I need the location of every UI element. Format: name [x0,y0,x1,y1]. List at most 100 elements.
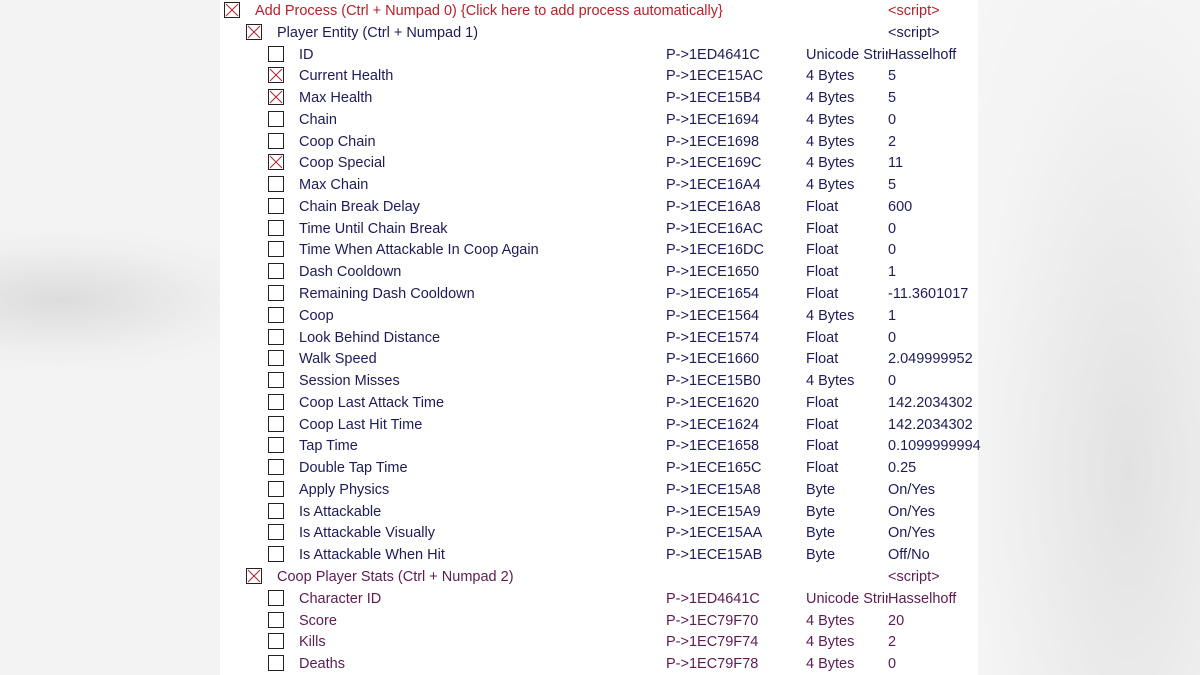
value-type[interactable]: Float [806,327,888,349]
value[interactable]: 11 [888,152,903,174]
address[interactable]: P->1ECE1574 [666,327,759,349]
description[interactable]: Score [299,610,337,632]
value[interactable]: 142.2034302 [888,414,973,436]
value-type[interactable]: 4 Bytes [806,631,888,653]
value[interactable]: 2 [888,631,896,653]
address[interactable]: P->1ECE16DC [666,239,764,261]
description[interactable]: Tap Time [299,435,358,457]
value[interactable]: 0 [888,239,896,261]
active-checkbox[interactable] [268,89,284,106]
address[interactable]: P->1ECE165C [666,457,762,479]
address[interactable]: P->1ED4641C [666,44,760,66]
value-type[interactable]: Float [806,196,888,218]
table-row[interactable]: Session Misses P->1ECE15B0 4 Bytes 0 [220,370,978,392]
table-row[interactable]: Deaths P->1EC79F78 4 Bytes 0 [220,653,978,675]
active-checkbox[interactable] [268,110,284,127]
description[interactable]: Session Misses [299,370,400,392]
description[interactable]: ID [299,44,314,66]
table-row[interactable]: Look Behind Distance P->1ECE1574 Float 0 [220,327,978,349]
group-row[interactable]: Add Process (Ctrl + Numpad 0) {Click her… [220,0,978,22]
value[interactable]: <script> [888,0,940,22]
value[interactable]: 0 [888,218,896,240]
description[interactable]: Is Attackable [299,501,381,523]
value[interactable]: 0.1099999994 [888,435,981,457]
value-type[interactable]: Float [806,348,888,370]
description[interactable]: Dash Cooldown [299,261,401,283]
active-checkbox[interactable] [268,176,284,193]
value[interactable]: 0 [888,370,896,392]
table-row[interactable]: Score P->1EC79F70 4 Bytes 20 [220,610,978,632]
description[interactable]: Apply Physics [299,479,389,501]
value[interactable]: 0.25 [888,457,916,479]
value-type[interactable]: 4 Bytes [806,87,888,109]
group-row[interactable]: Player Entity (Ctrl + Numpad 1) <script> [220,22,978,44]
active-checkbox[interactable] [268,263,284,280]
value-type[interactable]: Byte [806,522,888,544]
value[interactable]: <script> [888,22,940,44]
value-type[interactable]: Float [806,239,888,261]
table-row[interactable]: Dash Cooldown P->1ECE1650 Float 1 [220,261,978,283]
address[interactable]: P->1ECE15AB [666,544,762,566]
active-checkbox[interactable] [268,480,284,497]
active-checkbox[interactable] [246,23,262,40]
active-checkbox[interactable] [268,524,284,541]
active-checkbox[interactable] [268,611,284,628]
active-checkbox[interactable] [268,459,284,476]
value[interactable]: 5 [888,174,896,196]
address[interactable]: P->1ECE15A8 [666,479,761,501]
table-row[interactable]: Coop Special P->1ECE169C 4 Bytes 11 [220,152,978,174]
value-type[interactable]: Float [806,218,888,240]
active-checkbox[interactable] [268,306,284,323]
address[interactable]: P->1ECE1654 [666,283,759,305]
address[interactable]: P->1ECE16AC [666,218,763,240]
value[interactable]: 1 [888,261,896,283]
description[interactable]: Coop Player Stats (Ctrl + Numpad 2) [277,566,514,588]
value[interactable]: 0 [888,109,896,131]
value-type[interactable]: Float [806,435,888,457]
address[interactable]: P->1ECE1650 [666,261,759,283]
active-checkbox[interactable] [268,655,284,672]
address[interactable]: P->1ECE1694 [666,109,759,131]
value-type[interactable]: Float [806,414,888,436]
group-row[interactable]: Coop Player Stats (Ctrl + Numpad 2) <scri… [220,566,978,588]
value-type[interactable]: 4 Bytes [806,152,888,174]
address[interactable]: P->1ECE16A8 [666,196,761,218]
description[interactable]: Add Process (Ctrl + Numpad 0) {Click her… [255,0,723,22]
table-row[interactable]: Time Until Chain Break P->1ECE16AC Float 0 [220,218,978,240]
description[interactable]: Coop Last Attack Time [299,392,444,414]
table-row[interactable]: Coop Chain P->1ECE1698 4 Bytes 2 [220,131,978,153]
value[interactable]: On/Yes [888,522,935,544]
active-checkbox[interactable] [268,154,284,171]
table-row[interactable]: Current Health P->1ECE15AC 4 Bytes 5 [220,65,978,87]
table-row[interactable]: Coop Last Hit Time P->1ECE1624 Float 142.20… [220,414,978,436]
address[interactable]: P->1ECE169C [666,152,762,174]
value-type[interactable]: Float [806,392,888,414]
value[interactable]: On/Yes [888,479,935,501]
description[interactable]: Current Health [299,65,393,87]
value-type[interactable]: Float [806,261,888,283]
value-type[interactable]: Float [806,457,888,479]
table-row[interactable]: Remaining Dash Cooldown P->1ECE1654 Float -… [220,283,978,305]
table-row[interactable]: Chain P->1ECE1694 4 Bytes 0 [220,109,978,131]
address[interactable]: P->1ECE1660 [666,348,759,370]
description[interactable]: Is Attackable When Hit [299,544,445,566]
active-checkbox[interactable] [268,328,284,345]
value[interactable]: 20 [888,610,904,632]
active-checkbox[interactable] [268,132,284,149]
active-checkbox[interactable] [268,285,284,301]
value-type[interactable]: Byte [806,544,888,566]
description[interactable]: Chain [299,109,337,131]
table-row[interactable]: Kills P->1EC79F74 4 Bytes 2 [220,631,978,653]
table-row[interactable]: ID P->1ED4641C Unicode StringHasselhoff [220,44,978,66]
value-type[interactable]: 4 Bytes [806,653,888,675]
value-type[interactable]: 4 Bytes [806,131,888,153]
value[interactable]: Off/No [888,544,930,566]
description[interactable]: Time When Attackable In Coop Again [299,239,539,261]
active-checkbox[interactable] [268,546,284,563]
description[interactable]: Max Health [299,87,372,109]
table-row[interactable]: Max Chain P->1ECE16A4 4 Bytes 5 [220,174,978,196]
value-type[interactable]: Byte [806,501,888,523]
value[interactable]: 2.049999952 [888,348,973,370]
description[interactable]: Max Chain [299,174,368,196]
active-checkbox[interactable] [246,568,262,585]
